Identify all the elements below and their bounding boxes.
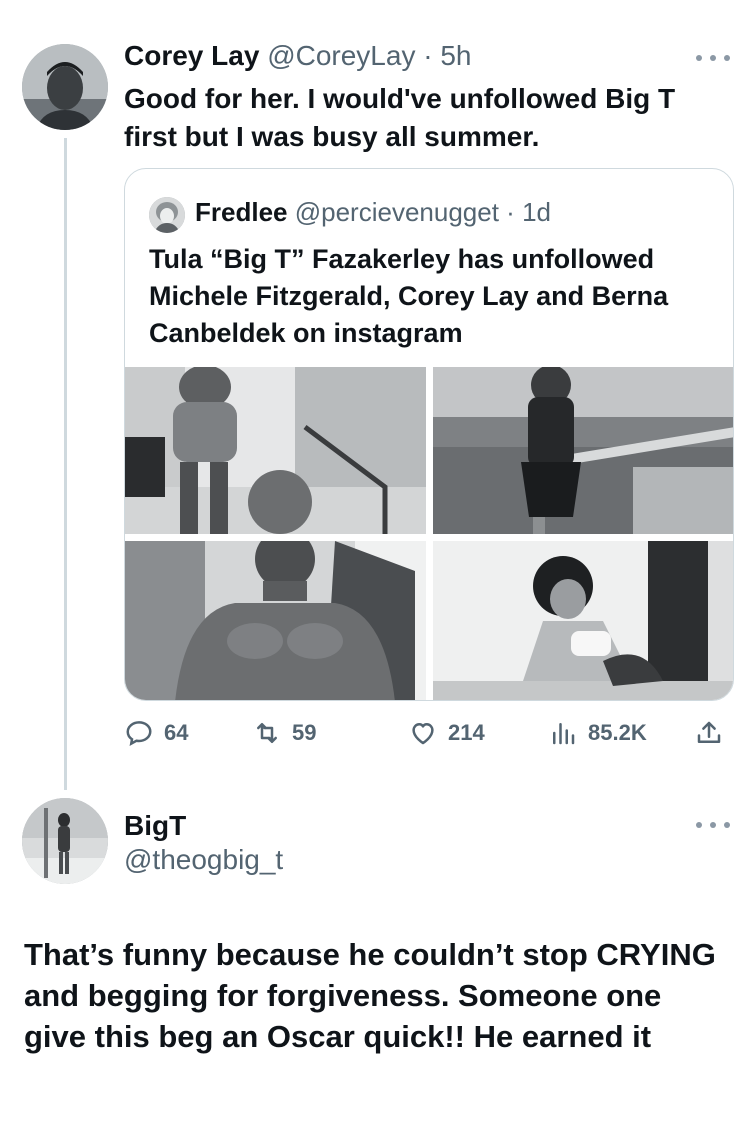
quoted-tweet[interactable]: Fredlee @percievenugget · 1d Tula “Big T…	[124, 168, 734, 701]
reply-avatar[interactable]	[22, 798, 108, 884]
quote-avatar[interactable]	[149, 197, 185, 233]
views-count: 85.2K	[588, 720, 647, 745]
like-count: 214	[448, 720, 485, 745]
reply-avatar-photo	[22, 798, 108, 884]
more-options-icon[interactable]	[696, 815, 730, 835]
author-handle[interactable]: @CoreyLay	[267, 40, 415, 71]
retweet-button[interactable]: 59	[252, 718, 316, 748]
quote-separator: ·	[506, 197, 515, 227]
quote-author-name[interactable]: Fredlee	[195, 197, 288, 227]
timestamp[interactable]: 5h	[440, 40, 471, 71]
reply-author-name[interactable]: BigT	[124, 810, 186, 842]
action-bar: 64 59 214 85.2K	[124, 718, 734, 752]
retweet-icon	[257, 723, 277, 743]
quote-avatar-photo	[149, 197, 185, 233]
reply-icon	[126, 721, 152, 746]
media-grid	[125, 367, 733, 700]
reply-text: That’s funny because he couldn’t stop CR…	[24, 937, 716, 1054]
tweet-header: Corey Lay @CoreyLay · 5h	[124, 40, 472, 72]
views-button[interactable]: 85.2K	[548, 718, 647, 748]
media-image-1[interactable]	[125, 367, 426, 534]
avatar[interactable]	[22, 44, 108, 130]
views-chart-icon	[553, 723, 575, 745]
reply-button[interactable]: 64	[124, 718, 188, 748]
separator: ·	[423, 40, 433, 71]
share-button[interactable]	[694, 718, 724, 748]
tweet-text: Good for her. I would've unfollowed Big …	[124, 83, 676, 152]
like-button[interactable]: 214	[408, 718, 485, 748]
quote-header: Fredlee @percievenugget · 1d	[195, 197, 551, 228]
media-image-3[interactable]	[125, 541, 426, 700]
media-image-4[interactable]	[433, 541, 733, 700]
thread-connector-line	[64, 138, 67, 790]
quote-text: Tula “Big T” Fazakerley has unfollowed M…	[149, 244, 669, 348]
quote-timestamp[interactable]: 1d	[522, 197, 551, 227]
avatar-photo	[22, 44, 108, 130]
media-image-2[interactable]	[433, 367, 733, 534]
heart-icon	[412, 723, 434, 745]
author-name[interactable]: Corey Lay	[124, 40, 259, 71]
share-icon	[697, 721, 721, 743]
reply-author-handle[interactable]: @theogbig_t	[124, 844, 283, 876]
reply-count: 64	[164, 720, 189, 745]
more-options-icon[interactable]	[696, 48, 730, 68]
quote-author-handle[interactable]: @percievenugget	[295, 197, 499, 227]
retweet-count: 59	[292, 720, 317, 745]
